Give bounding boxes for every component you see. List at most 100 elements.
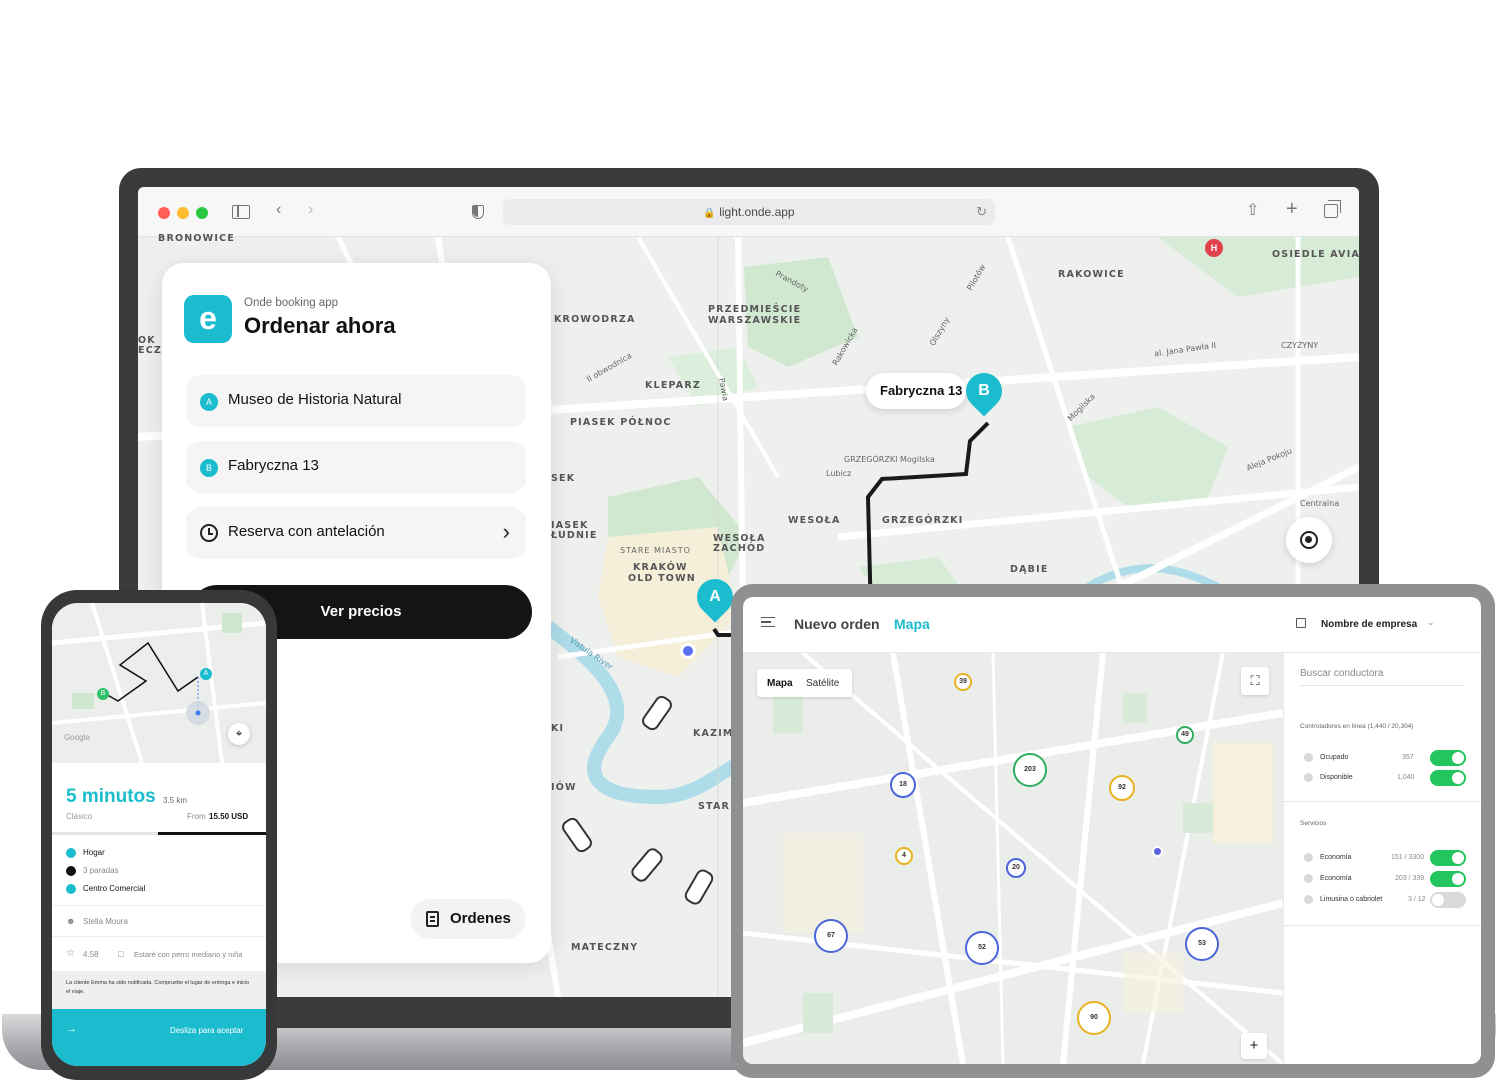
map-label: ZACHÓD bbox=[713, 543, 766, 554]
map-label: OSIEDLE AVIA bbox=[1272, 249, 1359, 260]
service-count: 3 / 12 bbox=[1408, 896, 1426, 903]
service-label: Economía bbox=[1320, 854, 1352, 861]
app-subtitle: Onde booking app bbox=[244, 297, 338, 309]
notice-box: La cliente Emma ha sido notificada. Comp… bbox=[52, 971, 266, 1009]
driver-cluster[interactable]: 18 bbox=[890, 772, 916, 798]
map-label: STAR bbox=[698, 801, 731, 812]
slide-to-accept[interactable]: → Desliza para aceptar bbox=[52, 1009, 266, 1066]
address-bar[interactable]: 🔒 light.onde.app ↻ bbox=[503, 199, 995, 225]
onde-logo: e bbox=[184, 295, 232, 343]
available-label: Disponible bbox=[1320, 774, 1353, 781]
service-toggle[interactable] bbox=[1430, 850, 1466, 866]
url-text: light.onde.app bbox=[719, 205, 795, 219]
arrow-right-icon: → bbox=[66, 1023, 77, 1035]
driver-name: Stella Moura bbox=[83, 917, 128, 926]
phone-pin-a[interactable]: A bbox=[200, 668, 212, 680]
map-label: ŁUDNIE bbox=[551, 530, 598, 541]
phone-pin-b[interactable]: B bbox=[97, 688, 109, 700]
close-window-button[interactable] bbox=[158, 207, 170, 219]
driver-cluster[interactable]: 67 bbox=[814, 919, 848, 953]
driver-cluster[interactable]: 203 bbox=[1013, 753, 1047, 787]
origin-pin-letter: A bbox=[709, 588, 721, 605]
service-toggle[interactable] bbox=[1430, 871, 1466, 887]
section-divider bbox=[1284, 801, 1481, 802]
user-icon: ☻ bbox=[66, 916, 76, 926]
stop-dot bbox=[66, 884, 76, 894]
hospital-icon[interactable]: H bbox=[1205, 239, 1223, 257]
driver-cluster[interactable]: 39 bbox=[954, 673, 972, 691]
service-dot bbox=[1304, 895, 1313, 904]
map-label: KRAKÓW bbox=[633, 562, 688, 573]
zoom-in-button[interactable]: + bbox=[1241, 1033, 1267, 1059]
stop-dot bbox=[66, 866, 76, 876]
share-icon[interactable]: ⇧ bbox=[1246, 200, 1259, 220]
map-label: KLEPARZ bbox=[645, 380, 701, 391]
back-icon[interactable]: ‹ bbox=[276, 201, 281, 219]
destination-badge: B bbox=[200, 459, 218, 477]
shield-icon[interactable] bbox=[472, 205, 484, 219]
rating-text: 4.58 bbox=[83, 950, 99, 959]
menu-icon[interactable] bbox=[761, 617, 775, 627]
tabs-overview-icon[interactable] bbox=[1324, 200, 1341, 218]
star-icon: ☆ bbox=[66, 948, 75, 959]
locate-me-button[interactable] bbox=[1286, 517, 1332, 563]
map-label: PRZEDMIEŚCIE bbox=[708, 304, 802, 315]
map-label: IÓW bbox=[551, 782, 577, 793]
ride-note: Estaré con perro mediano y niña bbox=[134, 950, 243, 959]
driver-cluster[interactable]: 53 bbox=[1185, 927, 1219, 961]
section-divider bbox=[1284, 925, 1481, 926]
map-label: OLD TOWN bbox=[628, 573, 696, 584]
tab-map[interactable]: Mapa bbox=[767, 678, 793, 689]
tab-map-active[interactable]: Mapa bbox=[894, 616, 930, 632]
stop-home: Hogar bbox=[83, 848, 105, 857]
map-label: DĄBIE bbox=[1010, 564, 1049, 575]
driver-cluster[interactable]: 92 bbox=[1109, 775, 1135, 801]
clock-icon bbox=[200, 524, 218, 542]
locate-icon[interactable]: ⌖ bbox=[228, 723, 250, 745]
search-driver-input[interactable]: Buscar conductora bbox=[1300, 668, 1465, 686]
driver-cluster[interactable]: 52 bbox=[965, 931, 999, 965]
map-label: RAKOWICE bbox=[1058, 269, 1125, 280]
map-label: GRZEGÓRZKI Mogilska bbox=[844, 455, 935, 464]
new-tab-icon[interactable]: + bbox=[1286, 198, 1298, 221]
driver-cluster[interactable]: 49 bbox=[1176, 726, 1194, 744]
ride-class: Clásico bbox=[66, 812, 93, 821]
price-text: 15.50 USD bbox=[209, 812, 249, 821]
available-toggle[interactable] bbox=[1430, 770, 1466, 786]
distance-text: 3.5 km bbox=[163, 796, 188, 805]
sidebar-icon[interactable] bbox=[232, 205, 250, 219]
maximize-window-button[interactable] bbox=[196, 207, 208, 219]
schedule-text: Reserva con antelación bbox=[228, 523, 385, 540]
forward-icon[interactable]: › bbox=[308, 201, 313, 219]
map-label: SEK bbox=[551, 473, 576, 484]
service-count: 203 / 339 bbox=[1395, 875, 1425, 882]
driver-cluster[interactable]: 20 bbox=[1006, 858, 1026, 878]
stop-dot bbox=[66, 848, 76, 858]
company-selector[interactable]: Nombre de empresa bbox=[1321, 619, 1417, 630]
minimize-window-button[interactable] bbox=[177, 207, 189, 219]
map-label: WARSZAWSKIE bbox=[708, 315, 802, 326]
destination-field[interactable]: B Fabryczna 13 bbox=[186, 441, 526, 493]
schedule-button[interactable]: Reserva con antelación › bbox=[186, 507, 526, 559]
map-label: KI bbox=[551, 723, 565, 734]
occupied-count: 357 bbox=[1402, 754, 1414, 761]
destination-label: Fabryczna 13 bbox=[866, 373, 966, 409]
chat-icon: □ bbox=[118, 949, 124, 959]
fullscreen-icon[interactable]: ⛶ bbox=[1241, 667, 1269, 695]
service-count: 151 / 3300 bbox=[1391, 854, 1425, 861]
origin-text: Museo de Historia Natural bbox=[228, 391, 402, 408]
google-watermark: Google bbox=[64, 733, 90, 742]
driver-cluster[interactable]: 90 bbox=[1077, 1001, 1111, 1035]
map-label: MATECZNY bbox=[571, 942, 639, 953]
fleet-map[interactable]: Mapa Satélite ⛶ + 39 49 18 203 92 4 20 6… bbox=[743, 653, 1283, 1064]
tab-satellite[interactable]: Satélite bbox=[806, 678, 839, 689]
reload-icon[interactable]: ↻ bbox=[976, 204, 987, 220]
driver-cluster[interactable]: 4 bbox=[895, 847, 913, 865]
orders-button[interactable]: Ordenes bbox=[410, 899, 526, 939]
chevron-down-icon[interactable]: ⌄ bbox=[1427, 617, 1435, 628]
notice-text: La cliente Emma ha sido notificada. Comp… bbox=[66, 980, 250, 995]
occupied-toggle[interactable] bbox=[1430, 750, 1466, 766]
origin-field[interactable]: A Museo de Historia Natural bbox=[186, 375, 526, 427]
service-toggle[interactable] bbox=[1430, 892, 1466, 908]
stop-mall: Centro Comercial bbox=[83, 884, 146, 893]
